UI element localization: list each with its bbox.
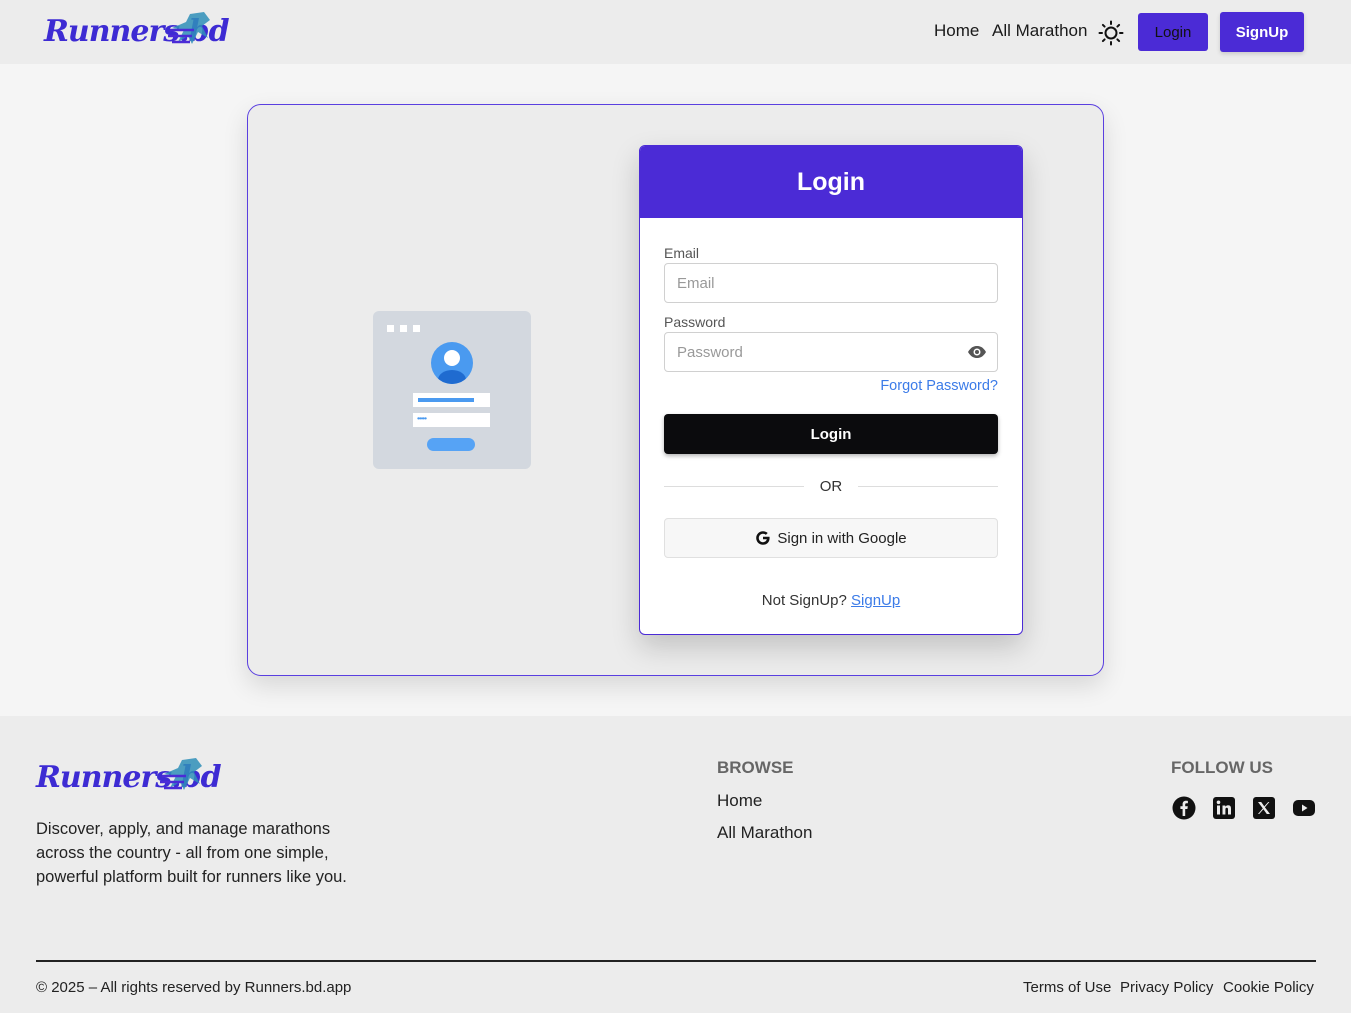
window-dot [400,325,407,332]
browse-heading: BROWSE [717,758,794,777]
x-icon[interactable] [1252,796,1276,820]
login-card: Login Email Password Forgot Password? Lo… [639,145,1023,635]
password-label: Password [664,314,726,330]
eye-icon[interactable] [967,345,987,359]
nav-all-marathon-link[interactable]: All Marathon [992,21,1087,41]
login-illustration: ••••• [373,311,531,469]
google-icon [756,531,770,545]
terms-of-use-link[interactable]: Terms of Use [1023,979,1111,996]
user-avatar-icon [431,342,473,384]
nav-home-link[interactable]: Home [934,21,979,41]
email-input[interactable] [664,263,998,303]
sun-icon[interactable] [1098,20,1124,46]
or-separator: OR [819,478,843,495]
footer-description: Discover, apply, and manage marathons ac… [36,820,347,886]
footer-logo[interactable]: Runners.bd [36,754,222,802]
window-dot [387,325,394,332]
linkedin-icon[interactable] [1212,796,1236,820]
email-label: Email [664,245,700,261]
footer-divider [36,960,1316,962]
copyright-text: © 2025 – All rights reserved by Runners.… [36,979,352,996]
nav-login-button[interactable]: Login [1138,13,1208,51]
google-signin-label: Sign in with Google [777,529,907,547]
illustration-username-field [413,393,490,407]
signup-link[interactable]: SignUp [851,592,900,609]
signup-prompt-text: Not SignUp? [761,592,847,609]
nav-signup-button[interactable]: SignUp [1220,12,1304,52]
forgot-password-link[interactable]: Forgot Password? [880,378,998,394]
signup-prompt: Not SignUp? SignUp [640,592,1022,609]
illustration-password-field: ••••• [413,413,490,427]
login-submit-button[interactable]: Login [664,414,998,454]
window-dot [413,325,420,332]
navbar: Runners.bd Home All Marathon Login SignU… [0,0,1351,64]
runner-icon [160,758,202,790]
illustration-button [427,438,475,451]
site-logo[interactable]: Runners.bd [44,8,230,56]
login-section: ••••• Login Email Password Forgot Passwo… [247,104,1104,676]
cookie-policy-link[interactable]: Cookie Policy [1223,979,1314,996]
facebook-icon[interactable] [1172,796,1196,820]
google-signin-button[interactable]: Sign in with Google [664,518,998,558]
password-input[interactable] [664,332,998,372]
runner-icon [168,12,210,44]
main-content: ••••• Login Email Password Forgot Passwo… [0,64,1351,716]
follow-heading: FOLLOW US [1171,758,1273,777]
login-title: Login [640,146,1022,218]
privacy-policy-link[interactable]: Privacy Policy [1120,979,1213,996]
footer-all-marathon-link[interactable]: All Marathon [717,823,812,843]
youtube-icon[interactable] [1292,796,1316,820]
footer-home-link[interactable]: Home [717,791,762,811]
footer: Runners.bd Discover, apply, and manage m… [0,716,1351,1013]
